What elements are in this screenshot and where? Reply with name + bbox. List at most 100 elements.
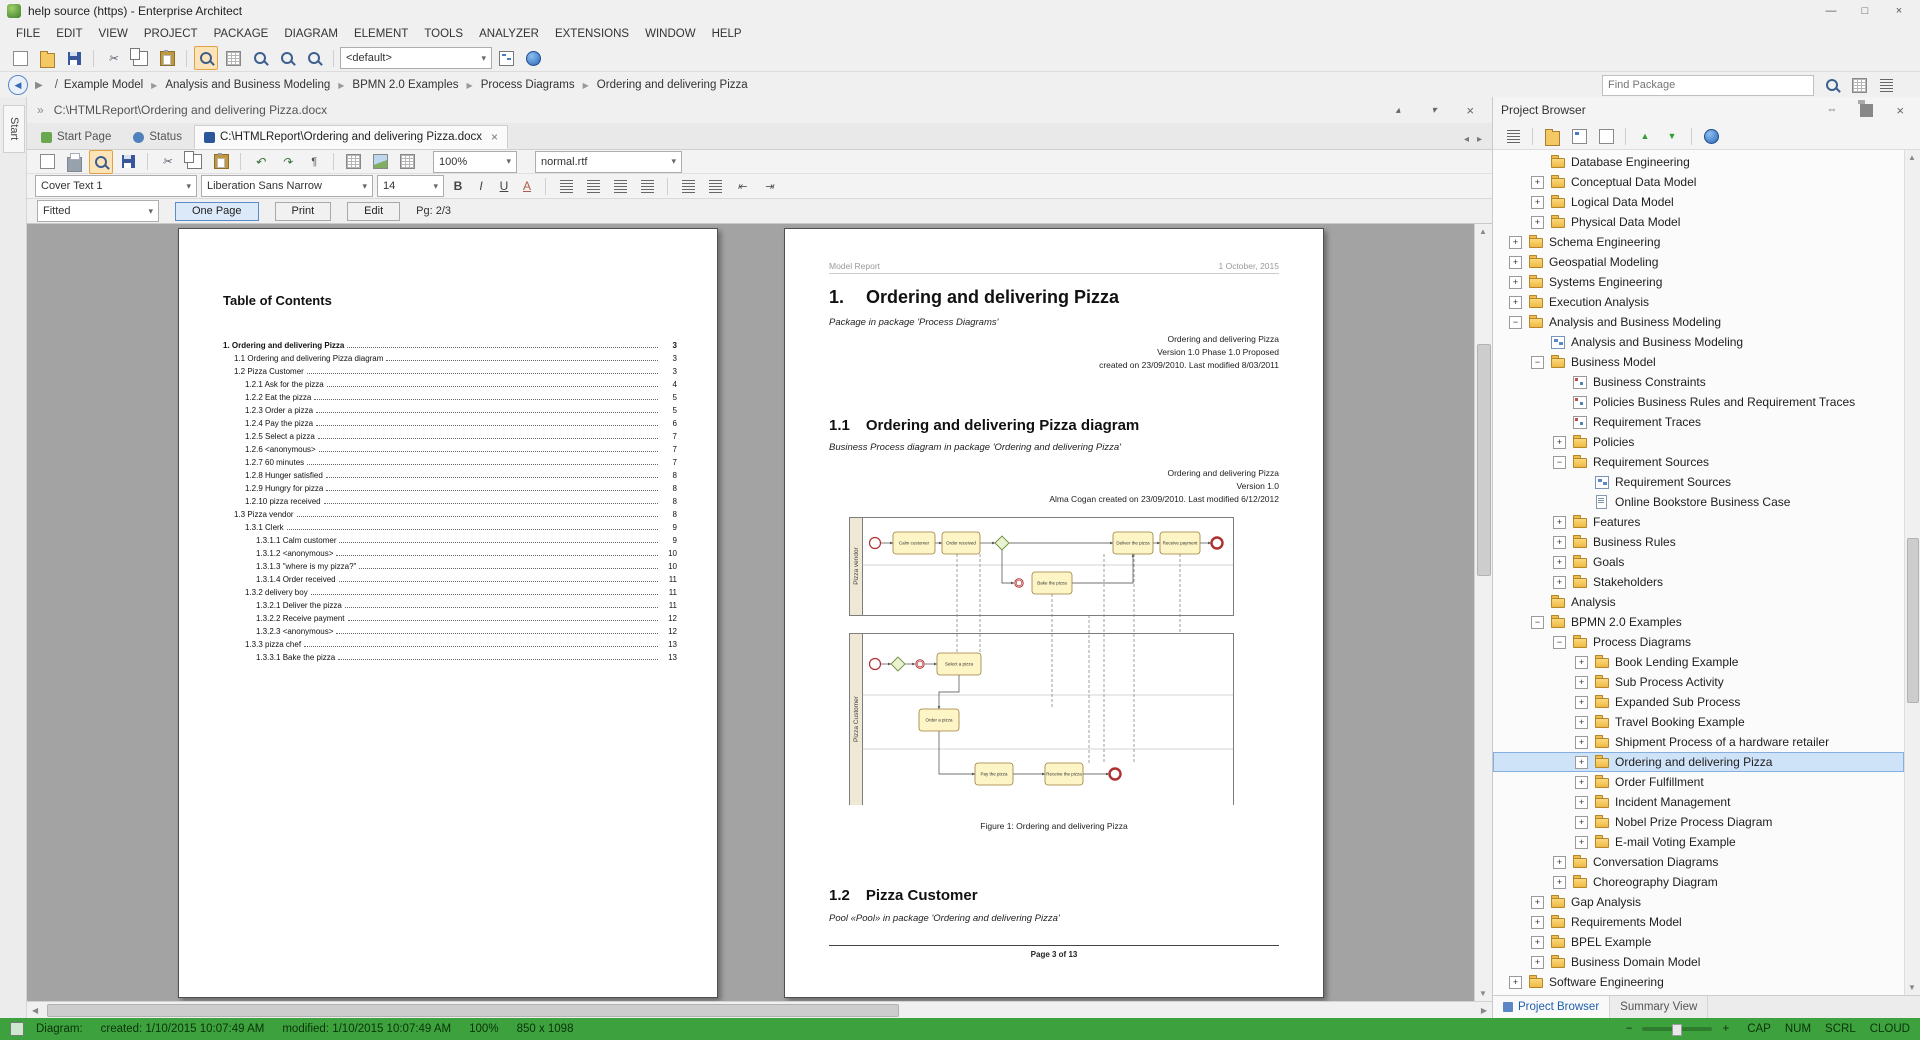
save-button[interactable] [116,150,140,174]
horizontal-scrollbar-thumb[interactable] [47,1004,899,1017]
menu-file[interactable]: FILE [8,25,48,43]
chev-up-button[interactable] [1386,98,1410,122]
menu-analyzer[interactable]: ANALYZER [471,25,547,43]
zoom-out-button[interactable]: − [1626,1023,1633,1035]
document-canvas[interactable]: Table of Contents 1. Ordering and delive… [27,224,1474,1001]
tab-scroll-right-icon[interactable]: ▸ [1477,134,1482,145]
tab-start[interactable]: Start Page [31,125,121,149]
tree-item[interactable]: Policies Business Rules and Requirement … [1493,392,1904,412]
tree-item[interactable]: Business Constraints [1493,372,1904,392]
tree-item[interactable]: +Stakeholders [1493,572,1904,592]
tree-item[interactable]: +Order Fulfillment [1493,772,1904,792]
tree-item[interactable]: Analysis [1493,592,1904,612]
tree-item[interactable]: +E-mail Voting Example [1493,832,1904,852]
scroll-left-icon[interactable]: ◀ [32,1006,38,1015]
one-page-button[interactable]: One Page [175,202,259,221]
breadcrumb-item[interactable]: Analysis and Business Modeling [163,79,332,91]
save-button[interactable] [62,46,86,70]
tree-item[interactable]: −Requirement Sources [1493,452,1904,472]
tree-expander[interactable]: + [1531,196,1544,209]
maximize-button[interactable]: □ [1848,1,1882,21]
print-button[interactable] [62,150,86,174]
bullets-button[interactable] [676,174,700,198]
new-package-button[interactable] [1540,124,1564,148]
close-button[interactable] [1888,98,1912,122]
scroll-down-icon[interactable]: ▼ [1908,983,1916,992]
tree-item[interactable]: +Expanded Sub Process [1493,692,1904,712]
arrow-down-button[interactable] [1660,124,1684,148]
tree-item[interactable]: +Book Lending Example [1493,652,1904,672]
align-center-button[interactable] [581,174,605,198]
tree-expander[interactable]: + [1553,576,1566,589]
tree-item[interactable]: −Analysis and Business Modeling [1493,312,1904,332]
tree-item[interactable]: +Schema Engineering [1493,232,1904,252]
grid-button[interactable] [1847,73,1871,97]
tree-expander[interactable]: + [1575,656,1588,669]
tree-expander[interactable]: + [1575,756,1588,769]
undo-button[interactable] [248,150,272,174]
cut-button[interactable] [155,150,179,174]
tree-item[interactable]: +Travel Booking Example [1493,712,1904,732]
tree-item[interactable]: +Ordering and delivering Pizza [1493,752,1904,772]
pilcrow-button[interactable] [302,150,326,174]
italic-button[interactable]: I [471,176,491,196]
tree-expander[interactable]: + [1531,896,1544,909]
scroll-up-icon[interactable]: ▲ [1908,153,1916,162]
tree-item[interactable]: +Sub Process Activity [1493,672,1904,692]
new-diagram-button[interactable] [1567,124,1591,148]
table-button[interactable] [341,150,365,174]
menu-button[interactable] [1501,124,1525,148]
menu-tools[interactable]: TOOLS [416,25,471,43]
menu-help[interactable]: HELP [704,25,750,43]
tree-expander[interactable]: + [1575,696,1588,709]
tree-expander[interactable]: + [1553,516,1566,529]
tree-expander[interactable]: + [1509,276,1522,289]
search-button[interactable] [248,46,272,70]
tree-expander[interactable]: + [1509,256,1522,269]
tree-expander[interactable]: − [1553,456,1566,469]
zoom-combo[interactable]: 100% ▾ [433,151,517,173]
menu-package[interactable]: PACKAGE [206,25,277,43]
new-file-button[interactable] [1594,124,1618,148]
scroll-right-icon[interactable]: ▶ [1481,1006,1487,1015]
tree-item[interactable]: −Process Diagrams [1493,632,1904,652]
breadcrumb-item[interactable]: Process Diagrams [479,79,577,91]
outdent-button[interactable] [730,174,754,198]
tree-item[interactable]: +Geospatial Modeling [1493,252,1904,272]
font-combo[interactable]: Liberation Sans Narrow ▾ [201,175,373,197]
back-button[interactable]: ◀ [8,75,28,95]
copy-button[interactable] [128,46,152,70]
minimize-button[interactable]: — [1814,1,1848,21]
tree-item[interactable]: +Conceptual Data Model [1493,172,1904,192]
tree-scrollbar[interactable]: ▲ ▼ [1904,150,1920,995]
tab-close-icon[interactable]: × [491,130,498,144]
close-button[interactable] [1458,98,1482,122]
zoom-page-button[interactable] [275,46,299,70]
tree-expander[interactable]: + [1531,956,1544,969]
tree-item[interactable]: Requirement Sources [1493,472,1904,492]
breadcrumb-item[interactable]: Ordering and delivering Pizza [595,79,750,91]
align-justify-button[interactable] [635,174,659,198]
tree-item[interactable]: +Choreography Diagram [1493,872,1904,892]
tree-expander[interactable]: + [1509,236,1522,249]
vertical-scrollbar[interactable]: ▲ ▼ [1474,224,1492,1001]
chev-down-button[interactable] [1422,98,1446,122]
tree-item[interactable]: Analysis and Business Modeling [1493,332,1904,352]
forward-button[interactable]: ▶ [35,80,43,91]
tree-expander[interactable]: + [1575,776,1588,789]
preview-button[interactable] [194,46,218,70]
zoom-slider-thumb[interactable] [1672,1024,1682,1036]
style-combo[interactable]: Cover Text 1 ▾ [35,175,197,197]
fit-combo[interactable]: Fitted ▾ [37,200,159,222]
tree-expander[interactable]: + [1575,676,1588,689]
tree-item[interactable]: +Nobel Prize Process Diagram [1493,812,1904,832]
tree-item[interactable]: −BPMN 2.0 Examples [1493,612,1904,632]
zoom-all-button[interactable] [302,46,326,70]
tree-item[interactable]: +Features [1493,512,1904,532]
tree-expander[interactable]: + [1509,976,1522,989]
tree-expander[interactable]: + [1575,736,1588,749]
new-file-button[interactable] [8,46,32,70]
tree-item[interactable]: +Execution Analysis [1493,292,1904,312]
tree-expander[interactable]: − [1531,356,1544,369]
tree-expander[interactable]: + [1553,536,1566,549]
